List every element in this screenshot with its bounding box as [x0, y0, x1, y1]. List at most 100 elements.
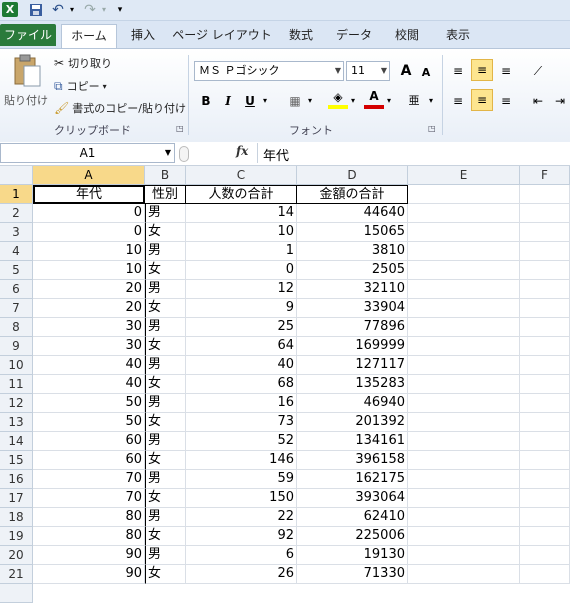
- grow-font-button[interactable]: A: [396, 61, 416, 81]
- empty-cell[interactable]: [520, 527, 570, 546]
- format-painter-button[interactable]: 🖌 書式のコピー/貼り付け: [54, 100, 186, 116]
- header-cell[interactable]: 人数の合計: [186, 185, 297, 204]
- empty-cell[interactable]: [520, 413, 570, 432]
- table-cell[interactable]: 62410: [297, 508, 408, 527]
- table-cell[interactable]: 92: [186, 527, 297, 546]
- table-cell[interactable]: 40: [186, 356, 297, 375]
- tab-file[interactable]: ファイル: [0, 24, 56, 46]
- row-header[interactable]: 5: [0, 261, 33, 280]
- empty-cell[interactable]: [520, 223, 570, 242]
- table-cell[interactable]: 男: [145, 432, 186, 451]
- borders-icon[interactable]: ▦: [285, 91, 305, 111]
- table-cell[interactable]: 40: [33, 356, 145, 375]
- formula-input[interactable]: 年代: [257, 143, 570, 164]
- customize-icon[interactable]: ▾: [114, 2, 126, 17]
- table-cell[interactable]: 女: [145, 565, 186, 584]
- table-cell[interactable]: 1: [186, 242, 297, 261]
- empty-cell[interactable]: [520, 565, 570, 584]
- table-cell[interactable]: 73: [186, 413, 297, 432]
- table-cell[interactable]: 80: [33, 527, 145, 546]
- empty-cell[interactable]: [520, 299, 570, 318]
- excel-icon[interactable]: X: [2, 2, 18, 17]
- align-center-icon[interactable]: ≡: [471, 89, 493, 111]
- empty-cell[interactable]: [408, 508, 520, 527]
- row-header[interactable]: 18: [0, 508, 33, 527]
- table-cell[interactable]: 169999: [297, 337, 408, 356]
- italic-button[interactable]: I: [218, 91, 238, 111]
- fill-color-icon[interactable]: ◈: [328, 89, 348, 109]
- table-cell[interactable]: 44640: [297, 204, 408, 223]
- row-header[interactable]: 9: [0, 337, 33, 356]
- empty-cell[interactable]: [520, 375, 570, 394]
- header-cell[interactable]: 年代: [33, 185, 145, 204]
- align-right-icon[interactable]: ≡: [496, 91, 516, 111]
- align-left-icon[interactable]: ≡: [448, 91, 468, 111]
- column-header-d[interactable]: D: [297, 166, 408, 185]
- font-color-button[interactable]: A: [364, 88, 384, 109]
- row-header[interactable]: 12: [0, 394, 33, 413]
- empty-cell[interactable]: [520, 242, 570, 261]
- font-size-select[interactable]: 11 ▼: [346, 61, 390, 81]
- table-cell[interactable]: 64: [186, 337, 297, 356]
- table-cell[interactable]: 70: [33, 470, 145, 489]
- table-cell[interactable]: 10: [33, 261, 145, 280]
- column-header-b[interactable]: B: [145, 166, 186, 185]
- empty-cell[interactable]: [408, 432, 520, 451]
- table-cell[interactable]: 16: [186, 394, 297, 413]
- empty-cell[interactable]: [408, 356, 520, 375]
- copy-dropdown-icon[interactable]: ▾: [103, 82, 107, 91]
- empty-cell[interactable]: [408, 470, 520, 489]
- tab-formulas[interactable]: 数式: [280, 24, 322, 46]
- empty-cell[interactable]: [520, 337, 570, 356]
- paste-button[interactable]: 貼り付け: [4, 54, 48, 114]
- table-cell[interactable]: 0: [33, 204, 145, 223]
- row-header[interactable]: 15: [0, 451, 33, 470]
- table-cell[interactable]: 60: [33, 451, 145, 470]
- table-cell[interactable]: 女: [145, 299, 186, 318]
- row-header[interactable]: 3: [0, 223, 33, 242]
- empty-cell[interactable]: [408, 337, 520, 356]
- empty-cell[interactable]: [520, 204, 570, 223]
- table-cell[interactable]: 2505: [297, 261, 408, 280]
- table-cell[interactable]: 0: [186, 261, 297, 280]
- table-cell[interactable]: 70: [33, 489, 145, 508]
- column-header-a[interactable]: A: [33, 166, 145, 185]
- font-color-dropdown-icon[interactable]: ▾: [384, 91, 394, 111]
- empty-cell[interactable]: [408, 375, 520, 394]
- table-cell[interactable]: 15065: [297, 223, 408, 242]
- tab-view[interactable]: 表示: [436, 24, 480, 46]
- row-header[interactable]: 10: [0, 356, 33, 375]
- header-cell[interactable]: 性別: [145, 185, 186, 204]
- table-cell[interactable]: 396158: [297, 451, 408, 470]
- table-cell[interactable]: 男: [145, 470, 186, 489]
- row-header[interactable]: 4: [0, 242, 33, 261]
- row-header[interactable]: 2: [0, 204, 33, 223]
- empty-cell[interactable]: [408, 280, 520, 299]
- empty-cell[interactable]: [520, 394, 570, 413]
- table-cell[interactable]: 30: [33, 337, 145, 356]
- table-cell[interactable]: 150: [186, 489, 297, 508]
- table-cell[interactable]: 女: [145, 261, 186, 280]
- table-cell[interactable]: 225006: [297, 527, 408, 546]
- table-cell[interactable]: 32110: [297, 280, 408, 299]
- table-cell[interactable]: 30: [33, 318, 145, 337]
- borders-dropdown-icon[interactable]: ▾: [305, 91, 315, 111]
- tab-data[interactable]: データ: [330, 24, 378, 46]
- table-cell[interactable]: 50: [33, 413, 145, 432]
- chevron-down-icon[interactable]: ▼: [165, 144, 171, 162]
- phonetic-icon[interactable]: 亜: [404, 91, 424, 111]
- align-bottom-icon[interactable]: ≡: [496, 61, 516, 81]
- increase-indent-icon[interactable]: ⇥: [550, 91, 570, 111]
- table-cell[interactable]: 80: [33, 508, 145, 527]
- table-cell[interactable]: 146: [186, 451, 297, 470]
- undo-dropdown-icon[interactable]: ▾: [68, 2, 76, 17]
- row-header[interactable]: 19: [0, 527, 33, 546]
- empty-cell[interactable]: [520, 356, 570, 375]
- save-icon[interactable]: [28, 2, 44, 17]
- table-cell[interactable]: 女: [145, 527, 186, 546]
- table-cell[interactable]: 77896: [297, 318, 408, 337]
- table-cell[interactable]: 20: [33, 280, 145, 299]
- table-cell[interactable]: 男: [145, 204, 186, 223]
- table-cell[interactable]: 40: [33, 375, 145, 394]
- name-box[interactable]: A1 ▼: [0, 143, 175, 163]
